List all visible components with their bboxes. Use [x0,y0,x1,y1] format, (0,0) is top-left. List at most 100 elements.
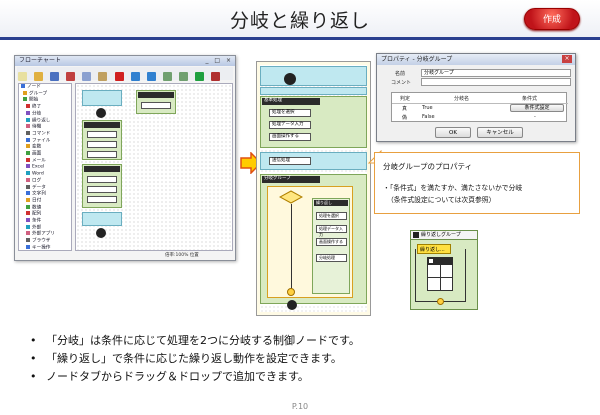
tree-item-label: 開始 [29,97,39,103]
tree-item[interactable]: メール [19,157,71,165]
flow-node[interactable]: 処理データ入力 [316,225,347,237]
branch-group-header[interactable]: 分岐グループ [262,176,320,183]
flow-node[interactable]: 画面操作する [269,133,311,141]
tree-item[interactable]: Word [19,171,71,178]
save-icon[interactable] [50,72,60,81]
redo-icon[interactable] [146,72,156,81]
tree-item[interactable]: 日付 [19,197,71,205]
tree-item[interactable]: ブラウザ [19,238,71,245]
copy-icon[interactable] [82,72,92,81]
open-icon[interactable] [34,72,44,81]
flow-node[interactable]: 処理を選択 [316,212,347,220]
node-type-icon [26,231,30,236]
delete-icon[interactable] [114,72,124,81]
tree-item[interactable]: キー操作 [19,244,71,250]
zoom-in-icon[interactable] [162,72,172,81]
flow-node[interactable]: 処理を選択 [269,109,311,117]
tree-item[interactable]: 画面 [19,151,71,158]
tree-item[interactable]: 数値 [19,204,71,212]
tree-item[interactable]: ログ [19,177,71,185]
tree-item[interactable]: 待機 [19,124,71,131]
merge-node-icon[interactable] [287,288,295,296]
cancel-button[interactable]: キャンセル [477,127,523,138]
group-header[interactable] [84,122,120,128]
tree-item[interactable]: 繰り返し [19,117,71,125]
start-node-icon[interactable] [96,108,106,118]
run-icon[interactable] [195,72,205,81]
flow-node[interactable] [87,176,117,183]
tree-item-label: 日付 [32,198,42,204]
collapse-icon[interactable] [429,259,433,263]
tree-item[interactable]: グループ [19,90,71,98]
table-header: 判定 [400,96,411,102]
bullet-item: • 「分岐」は条件に応じて処理を2つに分岐する制御ノードです。 [30,334,360,347]
tree-item[interactable]: コマンド [19,130,71,138]
tree-item[interactable]: Excel [19,164,71,171]
tree-item[interactable]: ファイル [19,137,71,145]
tree-item[interactable]: データ [19,184,71,192]
start-node-icon[interactable] [284,73,296,85]
stop-icon[interactable] [211,72,221,81]
loop-header[interactable]: 繰り返し [314,200,348,206]
tree-item[interactable]: 終了 [19,104,71,111]
group-header[interactable] [84,166,120,172]
loop-condition-node[interactable]: 繰り返し... [417,244,451,254]
tree-item[interactable]: 外部アプリ [19,231,71,238]
tree-item[interactable]: 文字列 [19,191,71,198]
flow-node[interactable] [87,186,117,193]
comment-label: コメント [391,80,412,86]
undo-icon[interactable] [130,72,140,81]
tree-item-label: 終了 [32,104,42,110]
tree-item-label: 画面 [32,151,42,157]
bullet-item: • 「繰り返し」で条件に応じた繰り返し動作を設定できます。 [30,352,342,365]
tree-item[interactable]: 条件 [19,218,71,225]
flow-node[interactable] [87,131,117,138]
flow-column-right [136,90,176,150]
node-type-icon [26,224,30,229]
zoomed-flow-panel: 基本処理 処理を選択 処理データ入力 画面操作する 送信処理 分岐グループ 繰り… [256,61,371,316]
flow-node[interactable]: 処理データ入力 [269,121,311,129]
paste-icon[interactable] [98,72,108,81]
node-type-icon [26,177,30,182]
flow-node[interactable] [87,151,117,158]
toolbar [17,67,233,100]
node-type-icon [26,151,30,156]
new-icon[interactable] [18,72,27,81]
property-dialog: プロパティ - 分岐グループ × 名前 分岐グループ コメント 判定 分岐名 条… [376,53,576,142]
flow-canvas[interactable] [75,83,233,251]
cut-icon[interactable] [66,72,76,81]
tree-item[interactable]: 外部 [19,224,71,232]
name-field[interactable]: 分岐グループ [421,69,571,77]
tree-item[interactable]: ノード [19,84,71,91]
tree-item[interactable]: 変数 [19,144,71,151]
end-node-icon[interactable] [287,300,297,310]
condition-setting-button[interactable]: 条件式設定 [510,104,564,112]
create-button[interactable]: 作成 [524,8,580,30]
close-icon[interactable]: × [562,55,572,63]
flow-node[interactable] [87,196,117,203]
table-cell[interactable]: False [422,114,435,120]
merge-node-icon[interactable] [437,298,444,305]
comment-field[interactable] [421,78,571,86]
tree-item[interactable]: 開始 [19,97,71,104]
tree-item[interactable]: 配列 [19,211,71,218]
tree-item[interactable]: 分岐 [19,110,71,118]
flow-node[interactable] [141,102,171,109]
table-cell[interactable]: True [422,105,433,111]
flow-node[interactable] [87,141,117,148]
flow-node[interactable]: 画面操作する [316,238,347,246]
branch-diamond-icon[interactable] [279,190,303,204]
flow-node[interactable]: 送信処理 [269,157,311,165]
node-type-icon [26,244,30,249]
window-title: フローチャート [15,56,235,66]
zoom-out-icon[interactable] [178,72,188,81]
end-node-icon[interactable] [96,228,106,238]
ok-button[interactable]: OK [435,127,471,138]
loop-group-title[interactable]: 繰り返しグループ [411,231,477,240]
window-controls[interactable]: _ □ × [205,57,233,64]
group-header[interactable] [138,92,174,98]
tree-item-label: ファイル [32,138,51,144]
group-header[interactable]: 基本処理 [262,98,320,105]
node-band [82,90,122,106]
flow-node[interactable]: 分岐処理 [316,254,347,262]
